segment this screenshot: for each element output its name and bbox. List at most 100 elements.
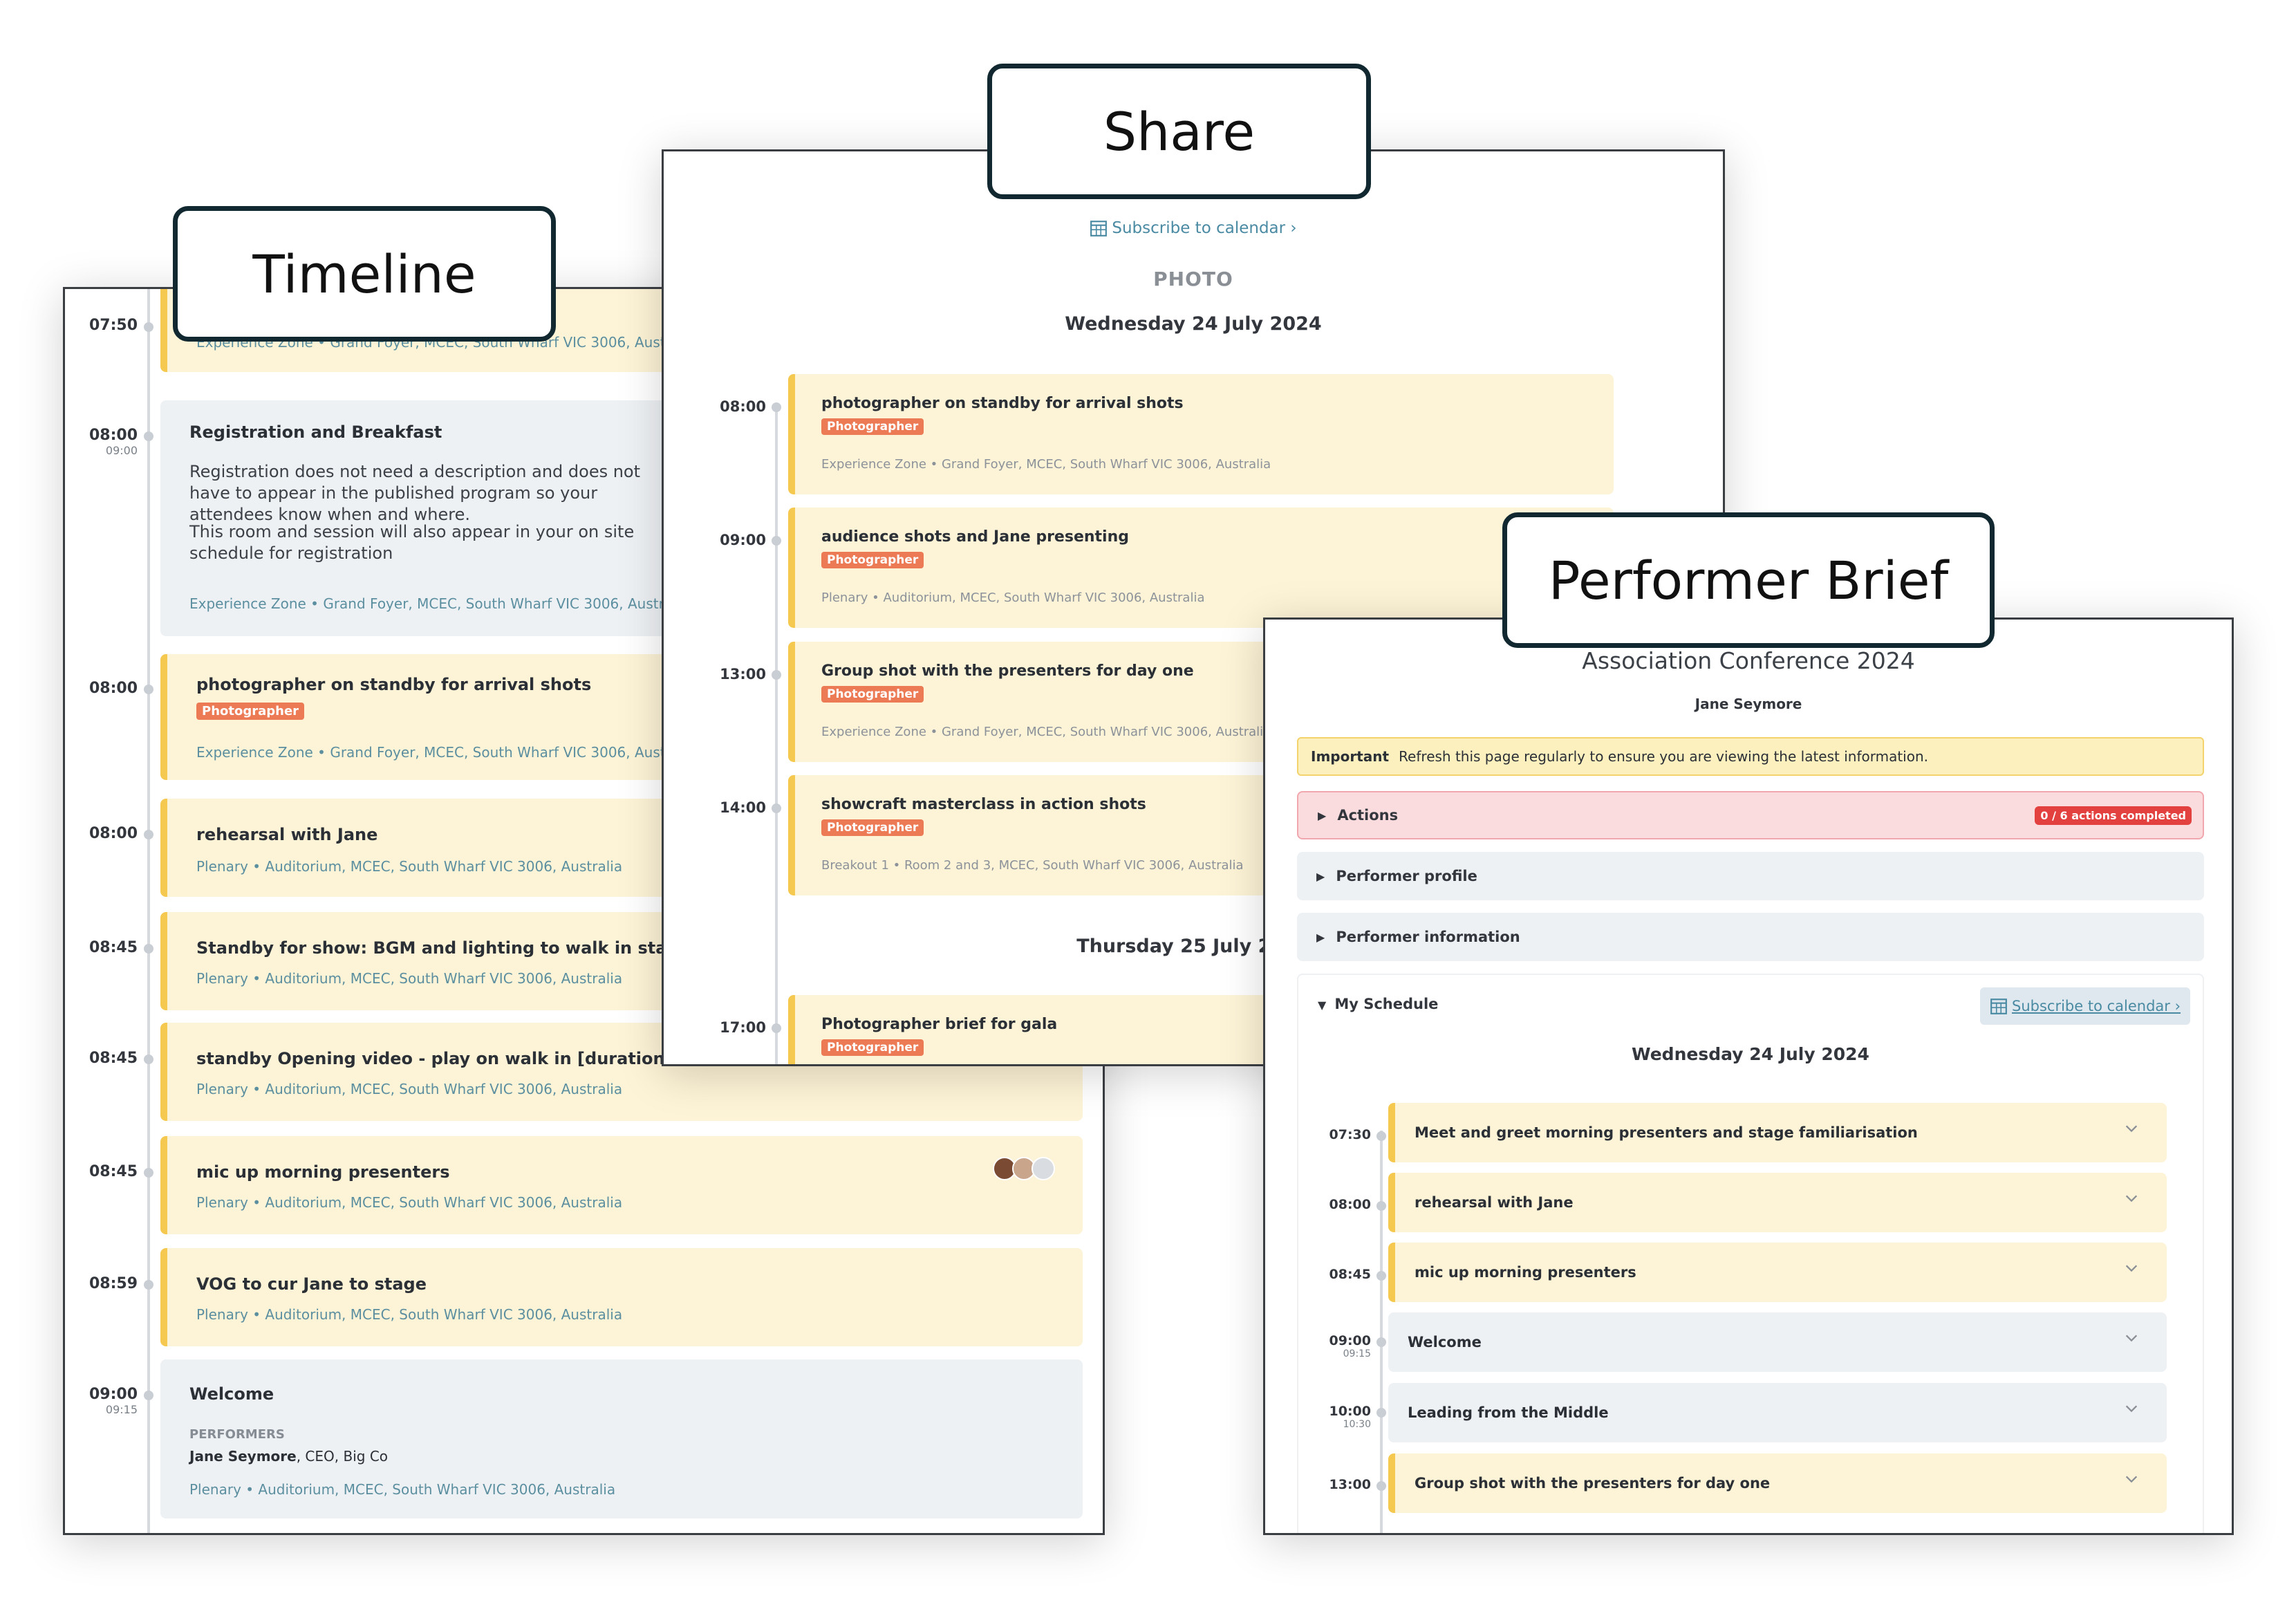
item-time: 17:00 [720, 1019, 766, 1036]
item-title: mic up morning presenters [196, 1162, 450, 1182]
timeline-dot [1376, 1337, 1386, 1347]
role-badge: Photographer [821, 686, 924, 703]
subscribe-link[interactable]: Subscribe to calendar › [664, 219, 1723, 237]
caret-right-icon: ▶ [1318, 808, 1327, 822]
important-notice: Important Refresh this page regularly to… [1297, 737, 2204, 776]
item-time: 08:00 09:00 [88, 427, 138, 457]
chevron-down-icon [2125, 1476, 2138, 1483]
item-title: Group shot with the presenters for day o… [821, 662, 1194, 680]
role-badge: Photographer [196, 703, 305, 720]
item-location: Plenary • Auditorium, MCEC, South Wharf … [196, 858, 623, 875]
timeline-spine [775, 407, 778, 1064]
page-title: PHOTO [1153, 268, 1233, 290]
timeline-dot [772, 402, 781, 412]
item-title: VOG to cur Jane to stage [196, 1274, 427, 1294]
schedule-item[interactable]: Welcome [1388, 1312, 2167, 1372]
actions-accordion[interactable]: ▶ Actions 0 / 6 actions completed [1297, 791, 2204, 839]
item-title: Welcome [189, 1384, 274, 1404]
schedule-item[interactable]: Group shot with the presenters for day o… [1388, 1453, 2167, 1513]
item-title: rehearsal with Jane [1415, 1194, 1574, 1211]
caret-right-icon: ▶ [1316, 869, 1325, 883]
item-title: Welcome [1408, 1334, 1482, 1350]
share-card[interactable]: photographer on standby for arrival shot… [788, 374, 1614, 494]
timeline-dot [1376, 1271, 1386, 1281]
item-title: Meet and greet morning presenters and st… [1415, 1124, 1918, 1141]
performer-name: Jane Seymore [1695, 696, 1802, 712]
item-time: 08:59 [88, 1275, 138, 1292]
chevron-down-icon [2125, 1125, 2138, 1133]
timeline-card[interactable]: mic up morning presenters Plenary • Audi… [160, 1136, 1083, 1234]
timeline-dot [772, 1023, 781, 1033]
timeline-dot [772, 536, 781, 546]
item-time: 14:00 [720, 799, 766, 816]
role-badge: Photographer [821, 418, 924, 435]
chevron-down-icon [2125, 1405, 2138, 1413]
timeline-dot [144, 830, 153, 839]
item-title: photographer on standby for arrival shot… [821, 395, 1184, 412]
item-time: 08:00 [88, 680, 138, 697]
caret-right-icon: ▶ [1316, 930, 1325, 944]
performer-role: , CEO, Big Co [296, 1448, 389, 1465]
timeline-dot [1376, 1481, 1386, 1491]
role-badge: Photographer [821, 552, 924, 568]
item-time: 07:30 [1329, 1127, 1371, 1142]
item-location: Experience Zone • Grand Foyer, MCEC, Sou… [821, 457, 1271, 472]
performer-profile-accordion[interactable]: ▶ Performer profile [1297, 852, 2204, 900]
timeline-dot [1376, 1408, 1386, 1418]
item-title: standby Opening video - play on walk in … [196, 1049, 735, 1068]
performer-line: Jane Seymore, CEO, Big Co [189, 1448, 388, 1465]
timeline-spine [147, 289, 150, 1533]
timeline-dot [1376, 1131, 1386, 1141]
conference-title: Association Conference 2024 [1582, 647, 1915, 674]
item-location: Plenary • Auditorium, MCEC, South Wharf … [821, 591, 1205, 605]
my-schedule-section: ▼ My Schedule Subscribe to calendar › Wed… [1297, 974, 2204, 1533]
timeline-card[interactable]: Welcome PERFORMERS Jane Seymore, CEO, Bi… [160, 1359, 1083, 1518]
timeline-dot [144, 1391, 153, 1400]
item-time: 13:00 [1329, 1477, 1371, 1492]
item-time: 08:45 [88, 1050, 138, 1067]
item-location: Plenary • Auditorium, MCEC, South Wharf … [196, 1081, 623, 1097]
item-title: Group shot with the presenters for day o… [1415, 1475, 1771, 1492]
accordion-label: Performer profile [1336, 868, 1477, 884]
share-card[interactable]: audience shots and Jane presenting Photo… [788, 508, 1614, 628]
item-location: Experience Zone • Grand Foyer, MCEC, Sou… [189, 595, 689, 612]
timeline-dot [144, 1168, 153, 1178]
role-badge: Photographer [821, 1039, 924, 1056]
share-callout-label: Share [987, 64, 1371, 199]
item-location: Breakout 1 • Room 2 and 3, MCEC, South W… [821, 858, 1244, 873]
item-time: 08:45 [1329, 1267, 1371, 1282]
schedule-item[interactable]: Meet and greet morning presenters and st… [1388, 1103, 2167, 1162]
performer-information-accordion[interactable]: ▶ Performer information [1297, 913, 2204, 961]
chevron-down-icon [2125, 1195, 2138, 1202]
my-schedule-toggle[interactable]: ▼ My Schedule [1318, 996, 1438, 1012]
item-time: 13:00 [720, 666, 766, 682]
item-location: Plenary • Auditorium, MCEC, South Wharf … [189, 1481, 616, 1498]
schedule-item[interactable]: mic up morning presenters [1388, 1243, 2167, 1302]
timeline-spine [1380, 1131, 1383, 1533]
actions-count-badge: 0 / 6 actions completed [2035, 806, 2192, 825]
item-title: Registration and Breakfast [189, 422, 442, 442]
role-badge: Photographer [821, 819, 924, 836]
schedule-item[interactable]: rehearsal with Jane [1388, 1173, 2167, 1232]
item-time: 08:45 [88, 1163, 138, 1180]
schedule-item[interactable]: Leading from the Middle [1388, 1383, 2167, 1442]
item-time: 08:45 [88, 939, 138, 956]
calendar-icon [1090, 221, 1108, 236]
assignee-avatars[interactable] [993, 1157, 1055, 1180]
item-time: 09:00 [720, 532, 766, 548]
timeline-dot [144, 431, 153, 441]
timeline-card[interactable]: VOG to cur Jane to stage Plenary • Audit… [160, 1248, 1083, 1346]
item-title: mic up morning presenters [1415, 1264, 1636, 1281]
day-heading: Wednesday 24 July 2024 [1632, 1044, 1869, 1064]
item-time: 08:00 [1329, 1197, 1371, 1212]
performers-label: PERFORMERS [189, 1427, 285, 1442]
item-location: Plenary • Auditorium, MCEC, South Wharf … [196, 970, 623, 987]
item-time: 10:00 10:30 [1329, 1404, 1371, 1430]
day-heading: Wednesday 24 July 2024 [1065, 313, 1322, 335]
item-title: showcraft masterclass in action shots [821, 796, 1146, 813]
timeline-dot [144, 1055, 153, 1064]
avatar [1032, 1157, 1055, 1180]
subscribe-calendar-button[interactable]: Subscribe to calendar › [1980, 987, 2190, 1025]
item-title: Photographer brief for gala [821, 1016, 1058, 1033]
accordion-label: Performer information [1336, 929, 1520, 945]
